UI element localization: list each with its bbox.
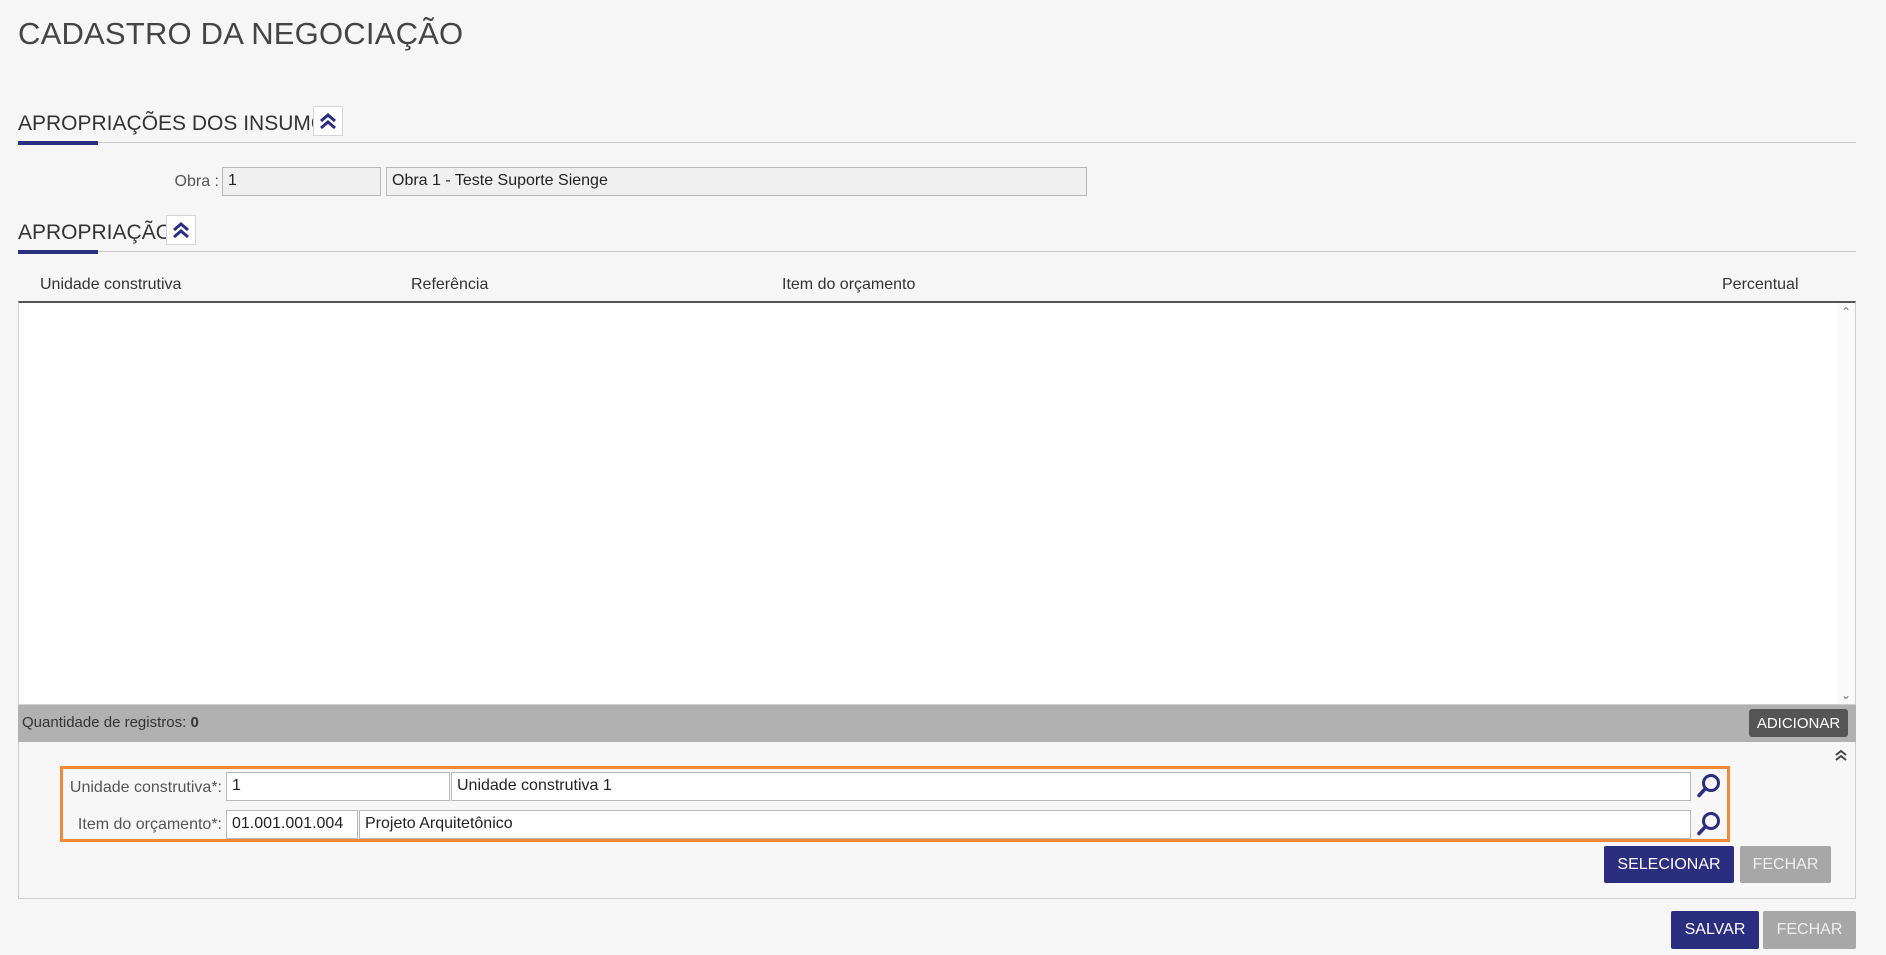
search-unidade-icon[interactable] (1696, 773, 1722, 799)
obra-label: Obra : (174, 173, 219, 190)
record-count-label: Quantidade de registros: (22, 714, 187, 731)
scroll-down-icon[interactable]: ⌄ (1841, 688, 1851, 702)
obra-name-field[interactable]: Obra 1 - Teste Suporte Sienge (386, 167, 1087, 196)
section-insumos-underline (18, 141, 98, 145)
section-apropriacao-underline (18, 250, 98, 254)
obra-code-field[interactable]: 1 (222, 167, 381, 196)
add-button[interactable]: ADICIONAR (1749, 709, 1848, 737)
grid-footer: Quantidade de registros: 0 (18, 705, 1856, 742)
grid-scrollbar[interactable]: ⌃ ⌄ (1837, 303, 1855, 704)
collapse-apropriacao-button[interactable] (166, 215, 196, 245)
collapse-panel-icon[interactable] (1834, 748, 1848, 762)
records-grid: ⌃ ⌄ (18, 301, 1856, 705)
page-title: CADASTRO DA NEGOCIAÇÃO (18, 16, 464, 51)
column-header-unidade[interactable]: Unidade construtiva (40, 276, 181, 294)
record-count: Quantidade de registros: 0 (22, 714, 199, 731)
record-count-value: 0 (190, 714, 199, 731)
column-header-percentual[interactable]: Percentual (1722, 276, 1799, 294)
footer-close-button[interactable]: FECHAR (1763, 911, 1856, 949)
select-button[interactable]: SELECIONAR (1604, 846, 1734, 883)
save-button[interactable]: SALVAR (1671, 911, 1759, 949)
section-insumos-header: APROPRIAÇÕES DOS INSUMOS (18, 108, 1856, 145)
panel-close-button[interactable]: FECHAR (1740, 846, 1831, 883)
item-label: Item do orçamento*: (77, 816, 222, 833)
collapse-insumos-button[interactable] (313, 106, 343, 136)
scroll-up-icon[interactable]: ⌃ (1841, 305, 1851, 319)
item-code-field[interactable]: 01.001.001.004 (226, 810, 358, 839)
column-header-referencia[interactable]: Referência (411, 276, 488, 294)
search-item-icon[interactable] (1696, 811, 1722, 837)
section-apropriacao-title: APROPRIAÇÃO (18, 221, 173, 244)
column-header-item-orcamento[interactable]: Item do orçamento (782, 276, 915, 294)
unidade-name-field[interactable]: Unidade construtiva 1 (451, 772, 1691, 801)
item-name-field[interactable]: Projeto Arquitetônico (359, 810, 1691, 839)
unidade-label: Unidade construtiva*: (69, 779, 222, 796)
double-chevron-up-icon (320, 113, 336, 130)
unidade-code-field[interactable]: 1 (226, 772, 450, 801)
section-insumos-title: APROPRIAÇÕES DOS INSUMOS (18, 112, 342, 135)
double-chevron-up-icon (173, 222, 189, 239)
section-apropriacao-header: APROPRIAÇÃO (18, 217, 1856, 254)
